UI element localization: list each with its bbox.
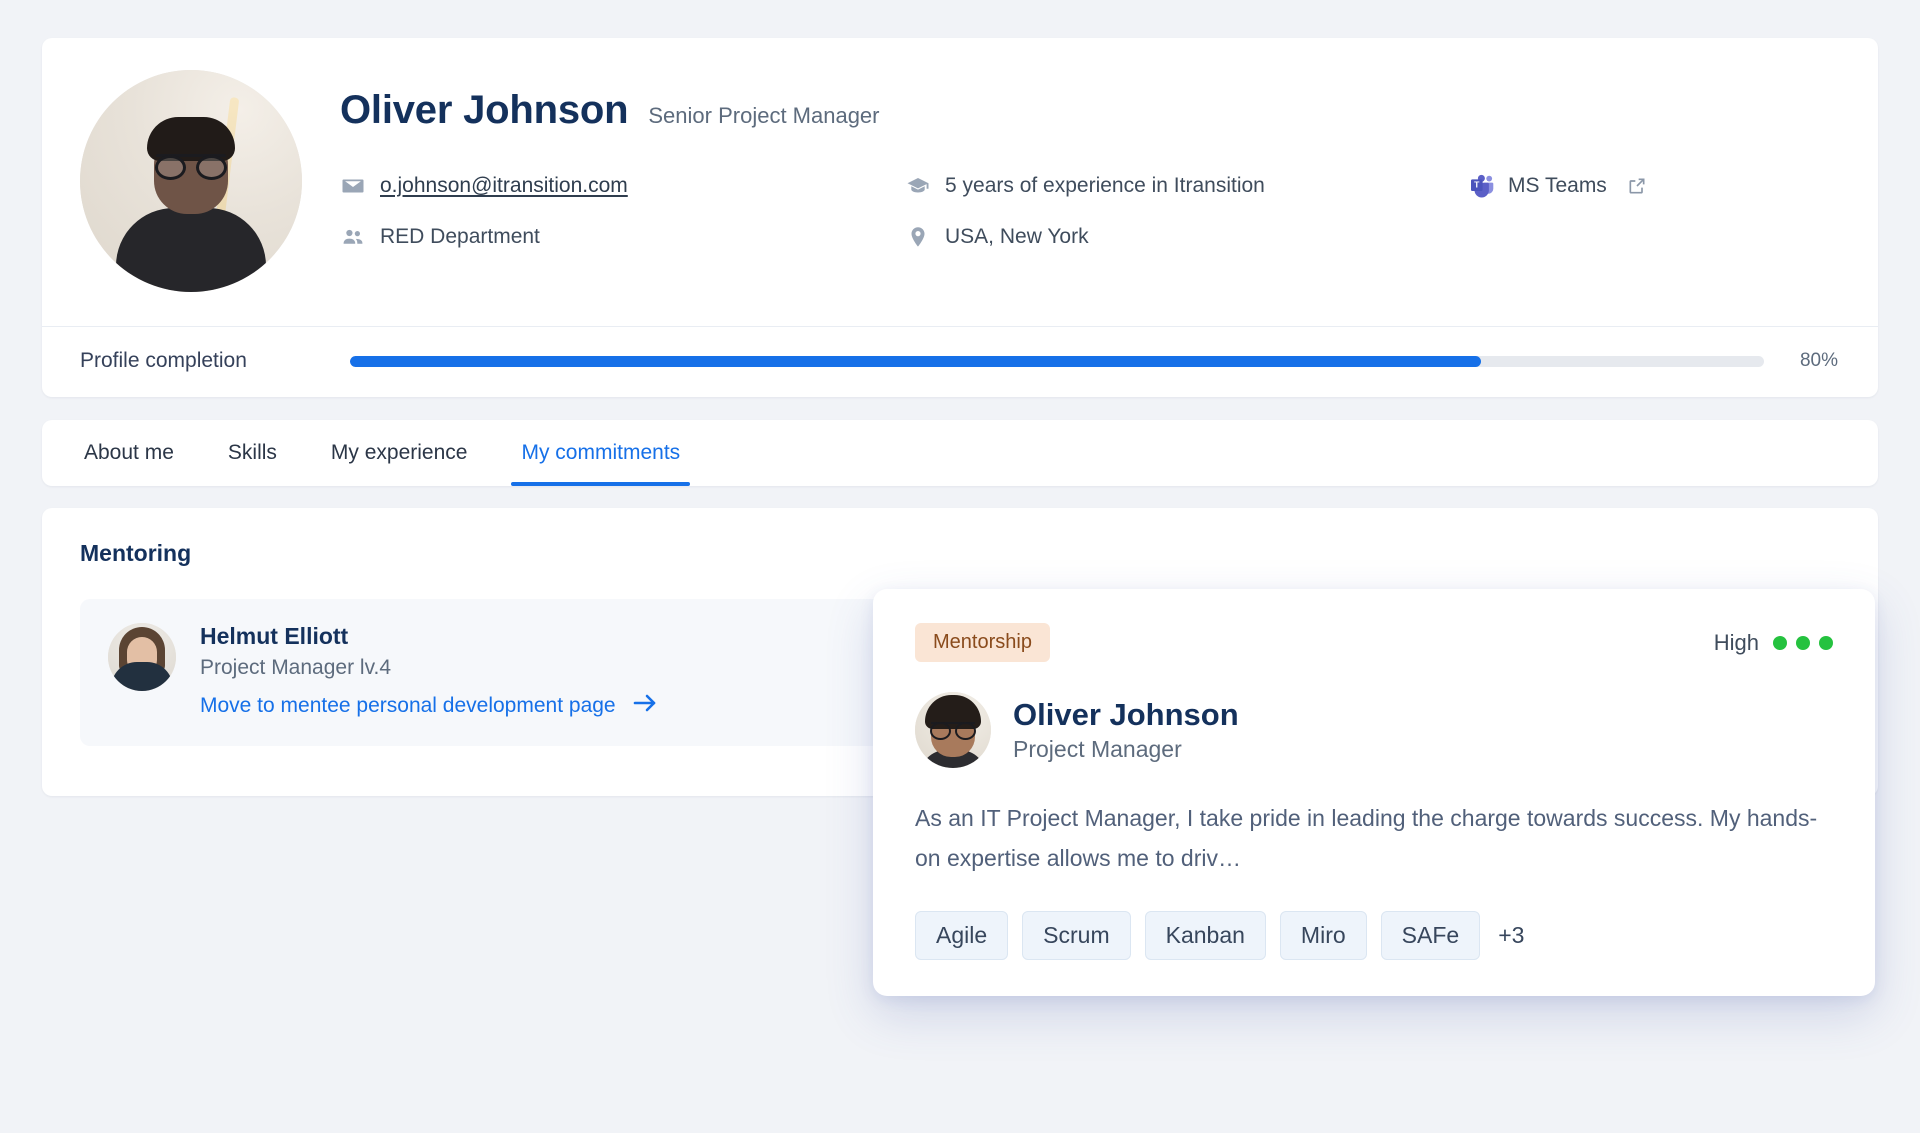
skill-tag[interactable]: Agile — [915, 910, 1009, 960]
mentoring-section-title: Mentoring — [80, 540, 192, 566]
graduation-cap-icon — [905, 174, 931, 198]
mentee-details: Helmut Elliott Project Manager lv.4 Move… — [200, 623, 658, 720]
status-badge: Mentorship — [915, 623, 1050, 662]
profile-role: Senior Project Manager — [648, 103, 880, 128]
profile-meta-grid: o.johnson@itransition.com 5 years of exp… — [340, 173, 1838, 249]
ms-teams-icon: T — [1470, 173, 1496, 199]
profile-completion-fill — [350, 355, 1482, 367]
priority-label: High — [1713, 629, 1759, 655]
profile-email-label: o.johnson@itransition.com — [380, 174, 628, 197]
mentee-development-page-label: Move to mentee personal development page — [200, 694, 616, 717]
profile-header: Oliver Johnson Senior Project Manager o.… — [42, 38, 1878, 327]
mentee-role: Project Manager lv.4 — [200, 656, 392, 679]
arrow-right-icon — [632, 692, 658, 720]
preview-avatar — [915, 692, 991, 768]
skill-tag[interactable]: Scrum — [1022, 910, 1131, 960]
external-link-icon — [1627, 176, 1647, 196]
mentee-avatar — [108, 623, 176, 691]
profile-completion-track — [350, 355, 1764, 367]
skill-tag[interactable]: SAFe — [1380, 910, 1481, 960]
tab-my-commitments[interactable]: My commitments — [511, 420, 690, 486]
svg-text:T: T — [1474, 180, 1480, 190]
preview-person-name: Oliver Johnson — [1013, 696, 1239, 732]
tab-label: My commitments — [521, 441, 681, 464]
profile-department-label: RED Department — [380, 225, 540, 248]
profile-ms-teams[interactable]: T MS Teams — [1470, 173, 1838, 199]
name-row: Oliver Johnson Senior Project Manager — [340, 88, 1838, 133]
priority-dot — [1796, 635, 1810, 650]
tab-my-experience[interactable]: My experience — [327, 420, 472, 486]
skill-tags-more-count[interactable]: +3 — [1494, 922, 1524, 949]
profile-location-label: USA, New York — [945, 225, 1089, 248]
skill-tag[interactable]: Kanban — [1144, 910, 1266, 960]
priority-dot — [1819, 635, 1833, 650]
profile-location: USA, New York — [905, 225, 1470, 249]
preview-person-role: Project Manager — [1013, 736, 1182, 763]
tab-skills[interactable]: Skills — [224, 420, 281, 486]
mentee-name: Helmut Elliott — [200, 623, 349, 649]
priority-dot — [1773, 635, 1787, 650]
map-pin-icon — [905, 225, 931, 249]
profile-tabs: About me Skills My experience My commitment… — [42, 420, 1878, 486]
preview-person-text: Oliver Johnson Project Manager — [1013, 697, 1239, 764]
page-title: Oliver Johnson — [340, 88, 629, 132]
mentorship-preview-card: Mentorship High Oliver Johnson Project M… — [873, 589, 1875, 996]
profile-email[interactable]: o.johnson@itransition.com — [340, 173, 905, 199]
profile-details: Oliver Johnson Senior Project Manager o.… — [340, 70, 1838, 249]
profile-completion-value: 80% — [1799, 350, 1838, 371]
profile-ms-teams-label: MS Teams — [1508, 174, 1607, 197]
profile-avatar — [80, 70, 302, 292]
profile-card: Oliver Johnson Senior Project Manager o.… — [42, 38, 1878, 397]
preview-person: Oliver Johnson Project Manager — [915, 692, 1833, 768]
tab-about-me[interactable]: About me — [80, 420, 178, 486]
tab-label: About me — [84, 441, 174, 464]
priority-dots — [1773, 635, 1833, 650]
profile-completion: Profile completion 80% — [42, 327, 1878, 397]
envelope-icon — [340, 174, 366, 198]
profile-experience: 5 years of experience in Itransition — [905, 173, 1470, 199]
mentee-development-page-link[interactable]: Move to mentee personal development page — [200, 692, 658, 720]
profile-experience-label: 5 years of experience in Itransition — [945, 174, 1265, 197]
preview-skill-tags: Agile Scrum Kanban Miro SAFe +3 — [915, 910, 1833, 960]
skill-tag[interactable]: Miro — [1279, 910, 1367, 960]
people-icon — [340, 225, 366, 249]
profile-completion-label: Profile completion — [80, 349, 247, 372]
preview-description: As an IT Project Manager, I take pride i… — [915, 805, 1818, 872]
tab-label: Skills — [227, 441, 277, 464]
profile-department: RED Department — [340, 225, 905, 249]
priority-indicator: High — [1714, 630, 1833, 656]
tab-label: My experience — [330, 441, 468, 464]
page-root: Oliver Johnson Senior Project Manager o.… — [0, 0, 1920, 1133]
preview-card-header: Mentorship High — [915, 623, 1833, 662]
